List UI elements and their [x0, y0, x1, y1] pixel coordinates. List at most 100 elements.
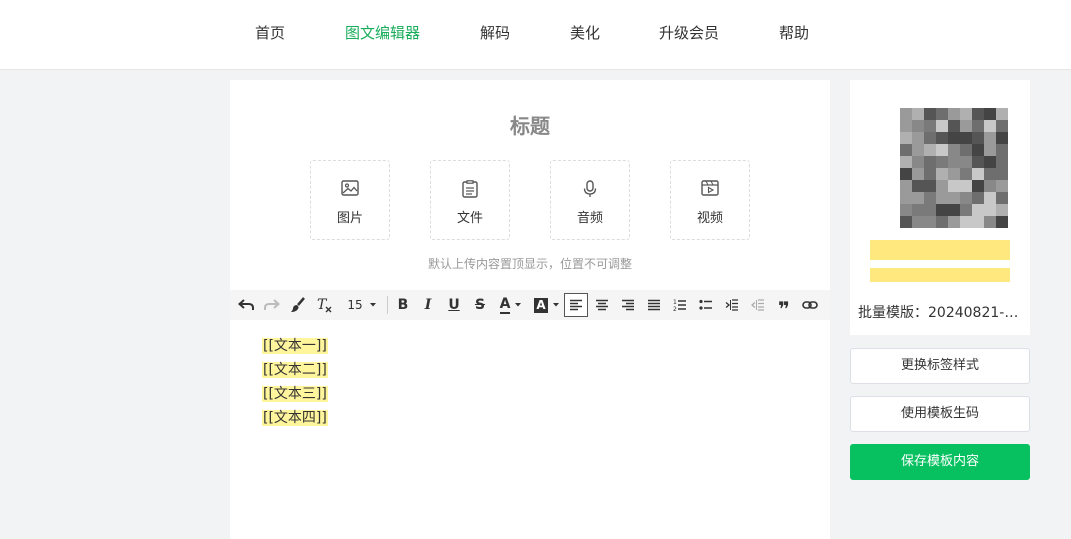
qr-mosaic-cell	[900, 108, 912, 120]
bold-button[interactable]: B	[393, 293, 413, 317]
content-line[interactable]: [[文本二]]	[262, 358, 328, 382]
qr-mosaic-cell	[996, 120, 1008, 132]
image-icon	[341, 180, 359, 196]
qr-mosaic-cell	[984, 168, 996, 180]
qr-mosaic-cell	[924, 216, 936, 228]
content-line[interactable]: [[文本三]]	[262, 382, 328, 406]
quote-button[interactable]: ❞	[774, 293, 794, 321]
qr-mosaic-cell	[996, 180, 1008, 192]
placeholder-tag: [[文本一]]	[262, 338, 328, 354]
align-right-button[interactable]	[618, 293, 638, 317]
chevron-down-icon	[552, 303, 559, 307]
background-color-icon: A	[534, 297, 548, 313]
qr-mosaic-cell	[996, 192, 1008, 204]
qr-mosaic-cell	[936, 132, 948, 144]
nav-home[interactable]: 首页	[255, 22, 285, 43]
link-button[interactable]	[800, 293, 820, 317]
qr-mosaic-cell	[936, 192, 948, 204]
qr-mosaic-cell	[972, 144, 984, 156]
qr-mosaic-cell	[900, 180, 912, 192]
font-color-icon: A	[499, 295, 511, 314]
qr-mosaic-cell	[936, 108, 948, 120]
qr-mosaic-cell	[900, 156, 912, 168]
upload-video-button[interactable]: 视频	[670, 160, 750, 240]
video-icon	[701, 180, 719, 196]
outdent-icon	[751, 299, 764, 311]
svg-text:1: 1	[673, 299, 677, 306]
nav-upgrade-member[interactable]: 升级会员	[659, 22, 719, 43]
placeholder-tag: [[文本二]]	[262, 362, 328, 378]
qr-mosaic-cell	[960, 168, 972, 180]
strikethrough-button[interactable]: S	[470, 293, 490, 317]
italic-button[interactable]: I	[418, 293, 438, 317]
qr-mosaic-cell	[960, 156, 972, 168]
align-justify-button[interactable]	[644, 293, 664, 317]
upload-image-label: 图片	[336, 211, 363, 226]
upload-audio-button[interactable]: 音频	[550, 160, 630, 240]
nav-help[interactable]: 帮助	[779, 22, 809, 43]
microphone-icon	[583, 180, 597, 197]
qr-mosaic-cell	[996, 108, 1008, 120]
redo-icon	[264, 299, 280, 310]
chevron-down-icon	[369, 303, 376, 307]
qr-mosaic-cell	[912, 120, 924, 132]
qr-mosaic-cell	[948, 192, 960, 204]
font-size-select[interactable]: 15	[344, 293, 380, 317]
qr-mosaic-cell	[972, 120, 984, 132]
change-tag-style-button[interactable]: 更换标签样式	[850, 348, 1030, 384]
clear-format-button[interactable]: T	[314, 293, 336, 317]
bullet-list-icon	[699, 299, 712, 310]
qr-mosaic-cell	[960, 120, 972, 132]
align-left-button[interactable]	[564, 293, 588, 317]
qr-mosaic-cell	[900, 144, 912, 156]
qr-mosaic-cell	[936, 204, 948, 216]
editor-content[interactable]: [[文本一]] [[文本二]] [[文本三]] [[文本四]]	[262, 334, 328, 430]
qr-mosaic-cell	[960, 216, 972, 228]
content-line[interactable]: [[文本一]]	[262, 334, 328, 358]
ordered-list-button[interactable]: 12	[670, 293, 690, 317]
upload-image-button[interactable]: 图片	[310, 160, 390, 240]
nav-beautify[interactable]: 美化	[570, 22, 600, 43]
upload-hint-text: 默认上传内容置顶显示，位置不可调整	[427, 257, 632, 271]
underline-button[interactable]: U	[444, 293, 464, 317]
font-color-button[interactable]: A	[496, 293, 526, 317]
qr-mosaic-cell	[996, 144, 1008, 156]
qr-mosaic-cell	[924, 192, 936, 204]
background-color-button[interactable]: A	[532, 293, 562, 317]
qr-mosaic-cell	[900, 204, 912, 216]
qr-mosaic-cell	[984, 204, 996, 216]
bullet-list-button[interactable]	[696, 293, 716, 317]
qr-mosaic-cell	[972, 204, 984, 216]
use-template-generate-button[interactable]: 使用模板生码	[850, 396, 1030, 432]
format-painter-button[interactable]	[288, 293, 308, 317]
qr-mosaic-cell	[972, 192, 984, 204]
qr-mosaic-cell	[936, 156, 948, 168]
save-template-button[interactable]: 保存模板内容	[850, 444, 1030, 480]
placeholder-tag: [[文本三]]	[262, 386, 328, 402]
outdent-button[interactable]	[748, 293, 768, 317]
top-navigation: 首页 图文编辑器 解码 美化 升级会员 帮助	[0, 0, 1071, 70]
qr-mosaic-cell	[912, 180, 924, 192]
align-center-icon	[596, 299, 608, 311]
qr-mosaic-cell	[996, 156, 1008, 168]
upload-file-button[interactable]: 文件	[430, 160, 510, 240]
qr-mosaic-cell	[972, 108, 984, 120]
qr-mosaic-cell	[936, 216, 948, 228]
content-line[interactable]: [[文本四]]	[262, 406, 328, 430]
undo-button[interactable]	[236, 293, 256, 317]
qr-mosaic-cell	[912, 144, 924, 156]
nav-decode[interactable]: 解码	[480, 22, 510, 43]
document-title[interactable]: 标题	[230, 110, 830, 139]
redacted-bar	[870, 240, 1010, 260]
qr-mosaic-cell	[960, 108, 972, 120]
qr-mosaic-cell	[936, 144, 948, 156]
indent-button[interactable]	[722, 293, 742, 317]
qr-mosaic-cell	[948, 156, 960, 168]
qr-mosaic-cell	[924, 168, 936, 180]
link-icon	[802, 301, 818, 309]
nav-rich-editor[interactable]: 图文编辑器	[345, 22, 420, 43]
redacted-bar	[870, 268, 1010, 282]
redo-button[interactable]	[262, 293, 282, 317]
align-center-button[interactable]	[592, 293, 612, 317]
qr-mosaic-cell	[924, 144, 936, 156]
